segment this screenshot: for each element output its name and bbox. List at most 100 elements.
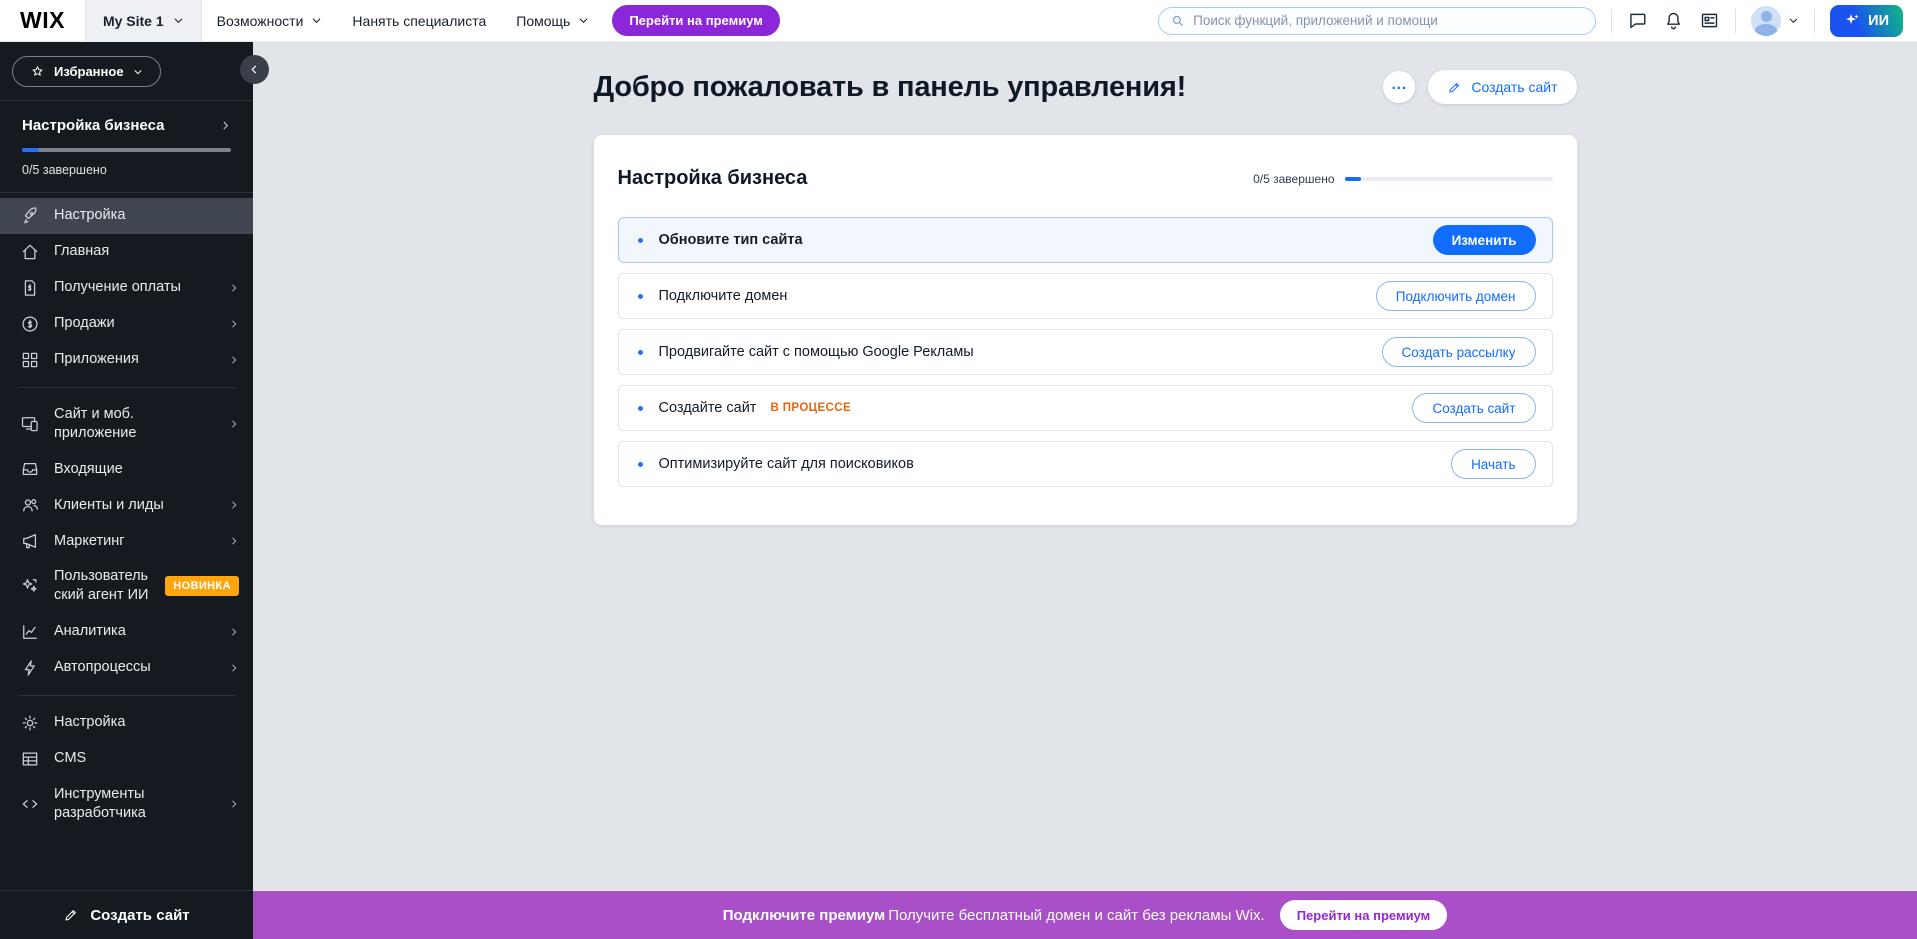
sidebar: Избранное Настройка бизнеса 0/5 завершен… [0,42,253,939]
topbar-menu: Возможности Нанять специалиста Помощь [202,0,605,42]
pencil-icon [1447,80,1462,95]
search-input[interactable] [1193,13,1584,28]
task-status-badge: В ПРОЦЕССЕ [770,402,851,414]
news-icon[interactable] [1699,10,1720,31]
chevron-down-icon [133,67,143,77]
gear-icon [20,713,40,733]
menu-item-label: Помощь [516,13,570,29]
task-row[interactable]: Продвигайте сайт с помощью Google Реклам… [618,329,1553,375]
task-action-button[interactable]: Создать рассылку [1382,337,1536,367]
sidebar-item-home[interactable]: Главная [0,234,253,270]
sidebar-item-settings[interactable]: Настройка [0,705,253,741]
sidebar-item-label: Главная [54,242,239,261]
card-progress-bar [1345,177,1553,181]
sidebar-item-label: Клиенты и лиды [54,496,215,515]
site-menu[interactable]: My Site 1 [85,0,202,42]
search-box[interactable] [1158,7,1596,35]
task-row[interactable]: Создайте сайтВ ПРОЦЕССЕСоздать сайт [618,385,1553,431]
sidebar-item-label: CMS [54,749,239,768]
business-setup-card: Настройка бизнеса 0/5 завершено Обновите… [594,135,1577,525]
sidebar-item-label: Пользовательский агент ИИ [54,567,151,605]
topbar-right: ИИ [1158,5,1917,37]
sidebar-item-dev-tools[interactable]: Инструменты разработчика [0,777,253,831]
sidebar-item-label: Маркетинг [54,532,215,551]
rocket-icon [20,206,40,226]
favorites-row: Избранное [0,42,253,100]
chevron-left-icon [249,64,260,75]
code-icon [20,794,40,814]
invoice-icon [20,278,40,298]
sidebar-item-setup[interactable]: Настройка [0,198,253,234]
task-action-button[interactable]: Начать [1451,449,1535,479]
favorites-label: Избранное [54,64,124,79]
sidebar-item-contacts[interactable]: Клиенты и лиды [0,487,253,523]
chevron-right-icon [229,627,239,637]
create-site-button[interactable]: Создать сайт [1428,70,1576,104]
task-row[interactable]: Оптимизируйте сайт для поисковиковНачать [618,441,1553,487]
menu-item-features[interactable]: Возможности [202,0,338,42]
task-action-button[interactable]: Создать сайт [1412,393,1535,423]
sidebar-item-inbox[interactable]: Входящие [0,451,253,487]
star-icon [30,64,45,79]
sidebar-progress-fill [22,148,39,152]
sidebar-item-marketing[interactable]: Маркетинг [0,523,253,559]
chevron-right-icon [229,536,239,546]
sidebar-item-automations[interactable]: Автопроцессы [0,650,253,686]
favorites-button[interactable]: Избранное [12,56,161,87]
banner-bold-text: Подключите премиум [723,907,885,924]
menu-item-hire-professional[interactable]: Нанять специалиста [337,0,501,42]
sidebar-item-site-mobile[interactable]: Сайт и моб. приложение [0,397,253,451]
sidebar-item-label: Входящие [54,460,239,479]
sidebar-item-payments[interactable]: Получение оплаты [0,270,253,306]
task-list: Обновите тип сайта Изменить Подключите дом… [618,217,1553,487]
task-bullet [638,462,643,467]
sparkle-icon [1844,12,1861,29]
more-actions-button[interactable]: ... [1383,71,1415,103]
business-setup-link[interactable]: Настройка бизнеса [22,117,231,134]
main-content: Добро пожаловать в панель управления! ..… [253,42,1917,891]
megaphone-icon [20,531,40,551]
sidebar-divider [18,387,235,388]
sidebar-item-label: Сайт и моб. приложение [54,405,215,443]
card-header: Настройка бизнеса 0/5 завершено [618,159,1553,217]
devices-icon [20,414,40,434]
sidebar-item-ai-agent[interactable]: Пользовательский агент ИИНОВИНКА [0,559,253,613]
sidebar-item-label: Продажи [54,314,215,333]
task-row[interactable]: Подключите доменПодключить домен [618,273,1553,319]
task-bullet [638,294,643,299]
task-action-button[interactable]: Подключить домен [1376,281,1536,311]
pencil-icon [63,907,79,923]
sidebar-item-label: Получение оплаты [54,278,215,297]
chat-icon[interactable] [1627,10,1648,31]
menu-item-label: Нанять специалиста [352,13,486,29]
sidebar-item-apps[interactable]: Приложения [0,342,253,378]
create-site-label: Создать сайт [90,907,189,924]
page-header: Добро пожаловать в панель управления! ..… [594,70,1577,104]
inbox-icon [20,459,40,479]
card-progress: 0/5 завершено [1253,172,1552,186]
sidebar-collapse-button[interactable] [240,55,269,84]
sidebar-item-sales[interactable]: Продажи [0,306,253,342]
business-setup-title: Настройка бизнеса [22,117,164,134]
sidebar-item-analytics[interactable]: Аналитика [0,614,253,650]
task-action-button[interactable]: Изменить [1433,225,1536,255]
wix-dashboard: WIX My Site 1 Возможности Нанять специал… [0,0,1917,939]
notifications-bell-icon[interactable] [1663,10,1684,31]
account-menu[interactable] [1751,6,1799,36]
chevron-right-icon [229,319,239,329]
premium-banner: Подключите премиумПолучите бесплатный до… [253,891,1917,939]
task-bullet [638,350,643,355]
task-row[interactable]: Обновите тип сайта Изменить [618,217,1553,263]
topbar: WIX My Site 1 Возможности Нанять специал… [0,0,1917,42]
chevron-right-icon [229,500,239,510]
banner-premium-button[interactable]: Перейти на премиум [1280,900,1448,930]
ai-assistant-button[interactable]: ИИ [1830,5,1903,37]
wix-logo: WIX [0,7,85,34]
upgrade-premium-button[interactable]: Перейти на премиум [612,5,780,36]
task-label: Обновите тип сайта [659,232,803,248]
banner-regular-text: Получите бесплатный домен и сайт без рек… [888,907,1265,924]
menu-item-help[interactable]: Помощь [501,0,604,42]
sidebar-item-cms[interactable]: CMS [0,741,253,777]
card-title: Настройка бизнеса [618,167,808,190]
sidebar-create-site-button[interactable]: Создать сайт [0,890,253,939]
